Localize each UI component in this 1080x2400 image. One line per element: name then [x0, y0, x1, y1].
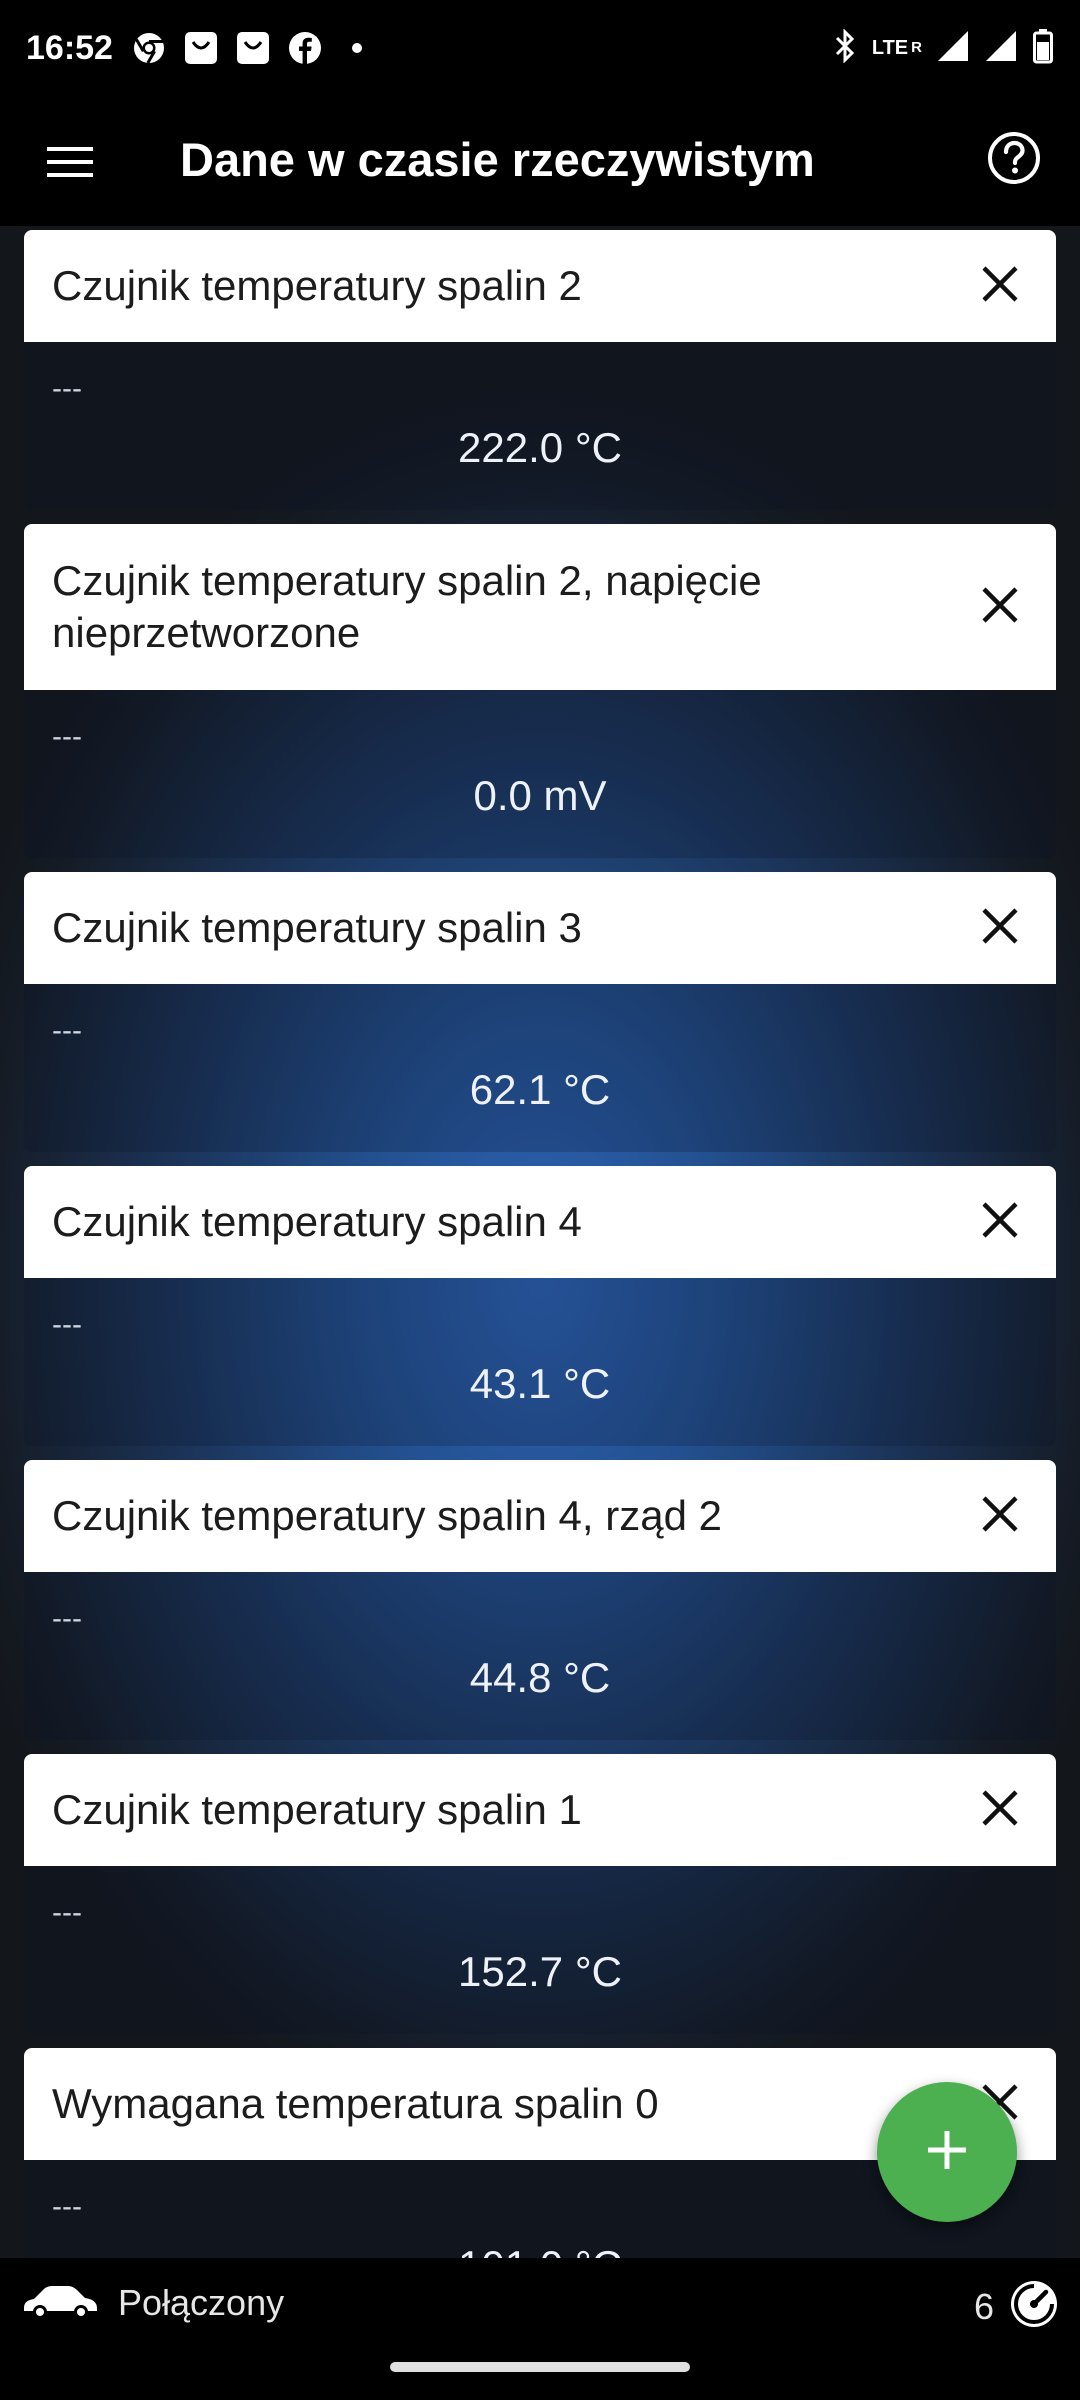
- card-body: --- 0.0 mV: [24, 690, 1056, 858]
- card-body: --- 44.8 °C: [24, 1572, 1056, 1740]
- list-item: Czujnik temperatury spalin 4, rząd 2 ---…: [24, 1460, 1056, 1740]
- card-title: Czujnik temperatury spalin 1: [52, 1786, 582, 1833]
- card-header: Czujnik temperatury spalin 4, rząd 2: [24, 1460, 1056, 1572]
- close-icon: [980, 1200, 1020, 1245]
- card-title: Czujnik temperatury spalin 3: [52, 904, 582, 951]
- card-value: 101.0 °C: [24, 2242, 1056, 2258]
- signal-icon: [936, 29, 970, 68]
- battery-icon: [1032, 28, 1054, 69]
- remove-button[interactable]: [972, 258, 1028, 314]
- live-data-list[interactable]: Czujnik temperatury spalin 2 --- 222.0 °…: [0, 226, 1080, 2258]
- connection-status[interactable]: Połączony: [20, 2278, 284, 2327]
- signal-icon: [984, 29, 1018, 68]
- remove-button[interactable]: [972, 579, 1028, 635]
- gauge-icon: [1008, 2278, 1060, 2335]
- list-item: Czujnik temperatury spalin 3 --- 62.1 °C: [24, 872, 1056, 1152]
- close-icon: [980, 1788, 1020, 1833]
- network-type: LTE: [871, 37, 909, 59]
- close-icon: [980, 906, 1020, 951]
- notification-icons: [131, 30, 375, 66]
- card-value: 44.8 °C: [469, 1654, 611, 1701]
- list-item: Czujnik temperatury spalin 2 --- 222.0 °…: [24, 230, 1056, 510]
- card-value: 152.7 °C: [458, 1948, 622, 1995]
- bag-icon: [183, 30, 219, 66]
- bag-icon: [235, 30, 271, 66]
- card-subtitle: ---: [52, 1896, 82, 1929]
- bottom-bar: Połączony 6: [0, 2258, 1080, 2400]
- card-value: 62.1 °C: [469, 1066, 611, 1113]
- menu-icon: [45, 144, 95, 185]
- card-value: 222.0 °C: [458, 424, 622, 471]
- card-header: Czujnik temperatury spalin 4: [24, 1166, 1056, 1278]
- card-body: --- 222.0 °C: [24, 342, 1056, 510]
- list-item: Czujnik temperatury spalin 1 --- 152.7 °…: [24, 1754, 1056, 2034]
- card-header: Czujnik temperatury spalin 2, napięcie n…: [24, 524, 1056, 690]
- page-title: Dane w czasie rzeczywistym: [180, 133, 815, 186]
- close-icon: [980, 264, 1020, 309]
- network-indicator: LTE R: [871, 37, 922, 59]
- card-header: Czujnik temperatury spalin 2: [24, 230, 1056, 342]
- card-subtitle: ---: [52, 720, 82, 753]
- card-header: Czujnik temperatury spalin 3: [24, 872, 1056, 984]
- help-icon: [986, 130, 1042, 191]
- chrome-icon: [131, 30, 167, 66]
- app-bar: Dane w czasie rzeczywistym: [0, 96, 1080, 226]
- help-button[interactable]: [984, 130, 1044, 190]
- counter-value: 6: [973, 2285, 994, 2327]
- menu-button[interactable]: [40, 134, 100, 194]
- dot-icon: [339, 30, 375, 66]
- status-bar: 16:52 LTE R: [0, 0, 1080, 96]
- card-subtitle: ---: [52, 1014, 82, 1047]
- add-parameter-button[interactable]: [877, 2082, 1017, 2222]
- screen: 16:52 LTE R Dane w czasie rzeczywistym C…: [0, 0, 1080, 2400]
- close-icon: [980, 585, 1020, 630]
- system-icons: LTE R: [832, 27, 1054, 69]
- list-item: Czujnik temperatury spalin 2, napięcie n…: [24, 524, 1056, 858]
- remove-button[interactable]: [972, 1488, 1028, 1544]
- card-title: Czujnik temperatury spalin 2, napięcie n…: [52, 557, 762, 656]
- facebook-icon: [287, 30, 323, 66]
- status-time: 16:52: [26, 28, 113, 67]
- card-subtitle: ---: [52, 1602, 82, 1635]
- card-body: --- 43.1 °C: [24, 1278, 1056, 1446]
- remove-button[interactable]: [972, 900, 1028, 956]
- connection-label: Połączony: [118, 2281, 285, 2323]
- plus-icon: [925, 2128, 969, 2177]
- card-value: 0.0 mV: [473, 772, 607, 819]
- card-value: 43.1 °C: [469, 1360, 611, 1407]
- remove-button[interactable]: [972, 1194, 1028, 1250]
- counter[interactable]: 6: [974, 2278, 1060, 2335]
- close-icon: [980, 1494, 1020, 1539]
- card-title: Czujnik temperatury spalin 4: [52, 1198, 582, 1245]
- remove-button[interactable]: [972, 1782, 1028, 1838]
- roaming-indicator: R: [911, 39, 922, 56]
- home-indicator[interactable]: [390, 2362, 690, 2372]
- list-item: Czujnik temperatury spalin 4 --- 43.1 °C: [24, 1166, 1056, 1446]
- card-header: Czujnik temperatury spalin 1: [24, 1754, 1056, 1866]
- card-title: Czujnik temperatury spalin 2: [52, 262, 582, 309]
- card-title: Wymagana temperatura spalin 0: [52, 2080, 659, 2127]
- card-subtitle: ---: [52, 1308, 82, 1341]
- car-icon: [20, 2278, 100, 2327]
- card-title: Czujnik temperatury spalin 4, rząd 2: [52, 1492, 722, 1539]
- card-body: --- 152.7 °C: [24, 1866, 1056, 2034]
- card-subtitle: ---: [52, 372, 82, 405]
- card-subtitle: ---: [52, 2190, 82, 2223]
- card-body: --- 62.1 °C: [24, 984, 1056, 1152]
- bluetooth-icon: [832, 27, 858, 68]
